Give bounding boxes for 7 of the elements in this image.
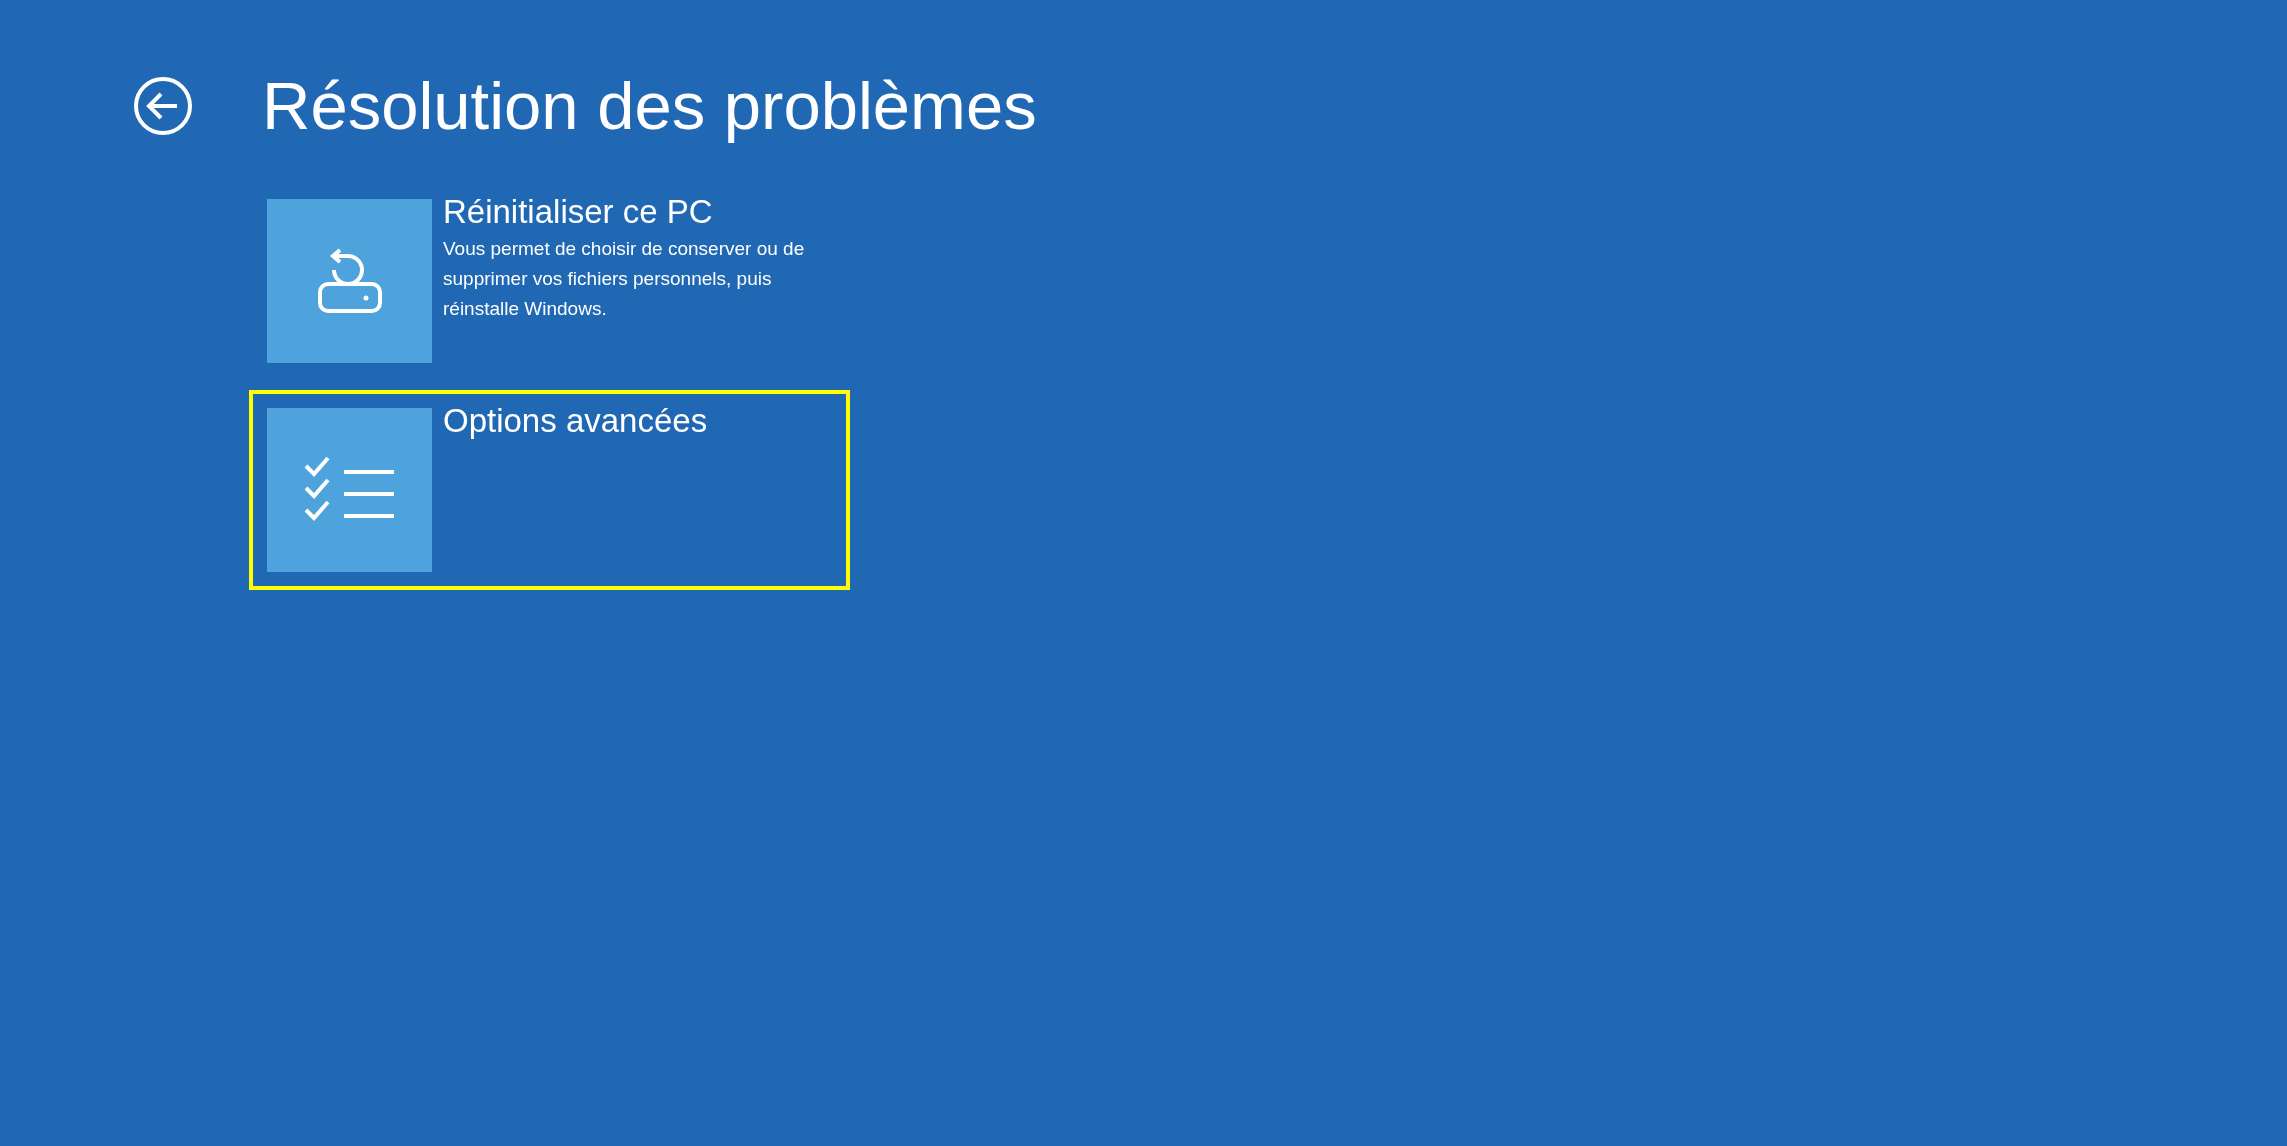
drive-reset-icon	[317, 248, 382, 314]
option-tile[interactable]: Réinitialiser ce PC Vous permet de choisir de conserver ou de supprimer vos fichiers personnels, puis réinstalle Windows.	[249, 181, 850, 381]
option-description: Vous permet de choisir de conserver ou de supprimer vos fichiers personnels, puis réinstalle Windows.	[443, 236, 806, 321]
option-title: Options avancées	[443, 404, 708, 439]
option-title: Réinitialiser ce PC	[443, 195, 714, 230]
back-button[interactable]	[133, 75, 193, 136]
option-tile[interactable]: Options avancées	[249, 390, 850, 590]
